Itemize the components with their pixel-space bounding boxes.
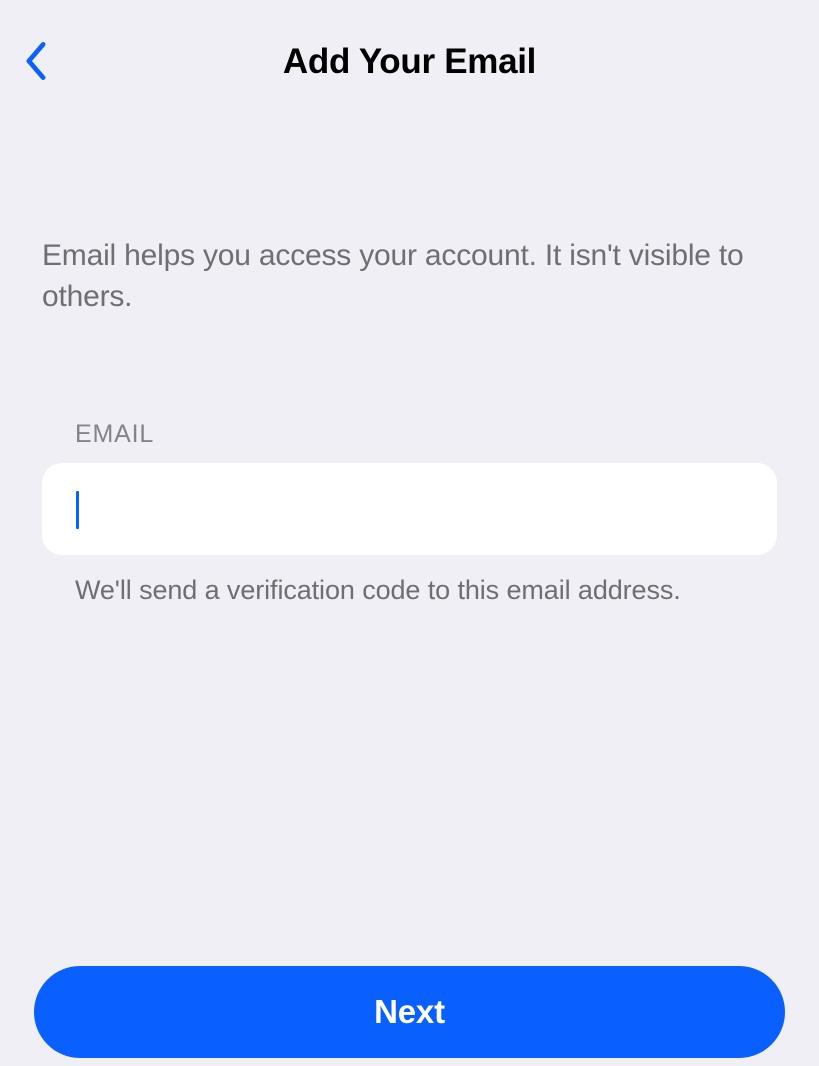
- email-input[interactable]: [42, 463, 777, 555]
- back-button[interactable]: [16, 42, 56, 82]
- email-input-wrapper: [42, 463, 777, 555]
- header: Add Your Email: [0, 0, 819, 90]
- next-button[interactable]: Next: [34, 966, 785, 1058]
- content-area: Email helps you access your account. It …: [0, 235, 819, 606]
- email-field-label: EMAIL: [75, 420, 777, 449]
- description-text: Email helps you access your account. It …: [42, 235, 777, 318]
- chevron-left-icon: [25, 42, 47, 83]
- page-title: Add Your Email: [283, 42, 536, 82]
- email-field-hint: We'll send a verification code to this e…: [75, 575, 777, 606]
- text-caret: [76, 491, 79, 529]
- email-field-section: EMAIL We'll send a verification code to …: [42, 420, 777, 606]
